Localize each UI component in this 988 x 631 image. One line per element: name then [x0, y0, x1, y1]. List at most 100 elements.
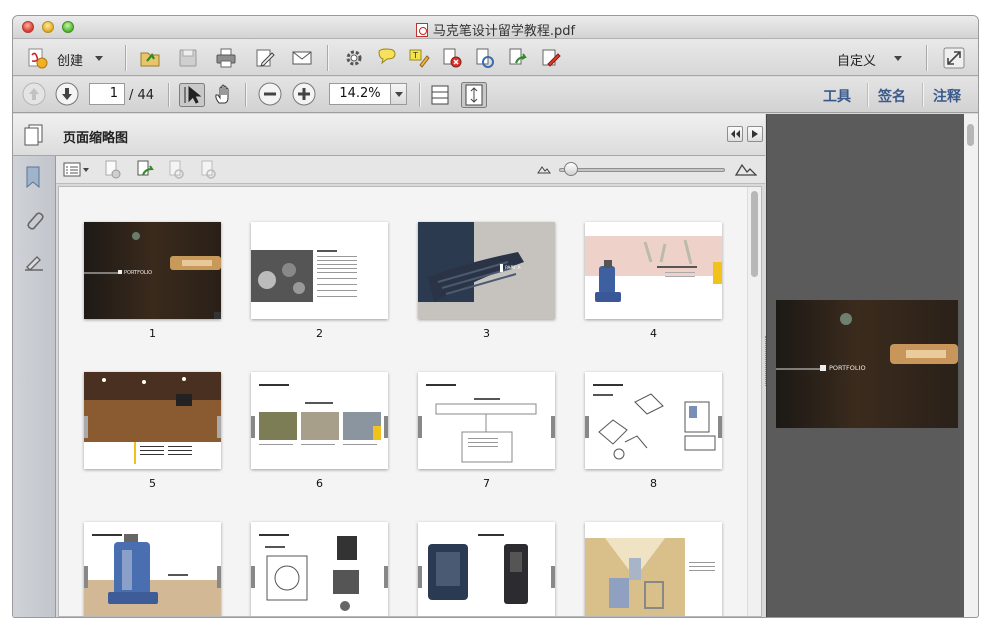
next-page-icon[interactable]: [55, 82, 79, 106]
page-7-preview: [418, 372, 555, 469]
edit-document-icon[interactable]: [254, 47, 276, 69]
export-icon[interactable]: [507, 47, 529, 69]
sign-icon[interactable]: [540, 47, 562, 69]
svg-text:PART A: PART A: [505, 265, 521, 271]
comment-icon[interactable]: [376, 47, 398, 69]
pdf-file-icon: [415, 23, 428, 37]
select-tool-icon[interactable]: [179, 83, 205, 107]
zoom-out-icon[interactable]: [258, 82, 282, 106]
signatures-icon[interactable]: [23, 254, 45, 274]
chevron-down-icon: [395, 92, 403, 97]
page-thumbnail-11[interactable]: [418, 522, 555, 616]
page-4-preview: [585, 222, 722, 319]
page-thumbnail-10[interactable]: [251, 522, 388, 616]
page-thumbnail-1[interactable]: PORTFOLIO: [84, 222, 221, 319]
thumbnail-label: 7: [483, 477, 490, 490]
toolbar-separator: [922, 83, 923, 107]
document-page-preview: PORTFOLIO: [776, 300, 958, 428]
toolbar-separator: [125, 45, 126, 71]
sign-link[interactable]: 签名: [878, 86, 906, 106]
settings-icon[interactable]: [343, 47, 365, 69]
highlight-text-icon[interactable]: T: [408, 47, 430, 69]
create-button[interactable]: 创建: [57, 50, 83, 69]
attachment-icon[interactable]: [24, 210, 44, 232]
page-8-preview: [585, 372, 722, 469]
thumbnail-size-slider-handle[interactable]: [564, 162, 578, 176]
thumbnail-grid: PORTFOLIO 1 2 PART A 3 4 5 6 7 8: [58, 186, 762, 617]
page-12-preview: [585, 522, 722, 616]
email-icon[interactable]: [291, 47, 313, 69]
thumbnail-size-slider-track[interactable]: [559, 168, 725, 172]
page-2-preview: [251, 222, 388, 319]
toolbar-separator: [245, 83, 246, 107]
save-icon[interactable]: [177, 47, 199, 69]
hand-tool-icon[interactable]: [212, 83, 236, 107]
page-thumbnail-8[interactable]: [585, 372, 722, 469]
acrobat-window: 马克笔设计留学教程.pdf 创建 T 自定义 1 / 44 14.2% 工具 签…: [13, 16, 978, 617]
small-thumbnails-icon[interactable]: [537, 164, 551, 174]
zoom-in-icon[interactable]: [292, 82, 316, 106]
page-thumbnail-6[interactable]: [251, 372, 388, 469]
collapse-panel-button[interactable]: [727, 126, 743, 142]
page-6-preview: [251, 372, 388, 469]
delete-page-icon[interactable]: [441, 47, 463, 69]
page-9-preview: [84, 522, 221, 616]
zoom-dropdown-button[interactable]: [390, 83, 407, 105]
tools-link[interactable]: 工具: [823, 86, 851, 106]
page-thumbnail-2[interactable]: [251, 222, 388, 319]
page-thumbnail-4[interactable]: [585, 222, 722, 319]
fit-page-icon[interactable]: [461, 82, 487, 108]
thumbnail-label: 1: [149, 327, 156, 340]
print-icon[interactable]: [215, 47, 237, 69]
zoom-level-input[interactable]: 14.2%: [329, 83, 391, 105]
rotate-page-icon[interactable]: [474, 47, 496, 69]
customize-button[interactable]: 自定义: [837, 50, 876, 69]
create-pdf-icon[interactable]: [26, 47, 48, 69]
toolbar-separator: [419, 83, 420, 107]
document-scrollbar-thumb[interactable]: [967, 124, 974, 146]
window-title-wrap: 马克笔设计留学教程.pdf: [13, 20, 978, 39]
large-thumbnails-icon[interactable]: [735, 162, 757, 176]
page-thumbnail-5[interactable]: [84, 372, 221, 469]
create-dropdown-caret[interactable]: [95, 56, 103, 61]
page-thumbnail-12[interactable]: [585, 522, 722, 616]
page-thumbnail-9[interactable]: [84, 522, 221, 616]
thumbnail-label: 6: [316, 477, 323, 490]
thumbnail-scrollbar-thumb[interactable]: [751, 191, 758, 277]
document-page: PORTFOLIO: [776, 300, 958, 428]
page-11-preview: [418, 522, 555, 616]
page-thumbnail-3[interactable]: PART A: [418, 222, 555, 319]
bookmark-icon[interactable]: [25, 166, 41, 188]
svg-text:T: T: [412, 51, 418, 60]
thumbnails-toolbar: [56, 156, 765, 184]
page-total: / 44: [129, 88, 155, 103]
thumbnail-label: 5: [149, 477, 156, 490]
previous-page-icon[interactable]: [22, 82, 46, 106]
page-number-input[interactable]: 1: [89, 83, 125, 105]
navigation-toolbar: 1 / 44 14.2% 工具 签名 注释: [13, 77, 978, 113]
delete-pages-icon[interactable]: [103, 160, 123, 180]
options-menu-icon[interactable]: [63, 162, 89, 178]
customize-dropdown-caret[interactable]: [894, 56, 902, 61]
fit-width-icon[interactable]: [429, 83, 451, 107]
comment-link[interactable]: 注释: [933, 86, 961, 106]
page-thumbnails-icon[interactable]: [23, 123, 45, 147]
toolbar-separator: [327, 45, 328, 71]
page-1-preview: PORTFOLIO: [84, 222, 221, 319]
window-title: 马克笔设计留学教程.pdf: [432, 24, 576, 39]
thumbnail-scrollbar[interactable]: [747, 187, 761, 616]
page-thumbnail-7[interactable]: [418, 372, 555, 469]
open-folder-icon[interactable]: [139, 47, 161, 69]
expand-panel-button[interactable]: [747, 126, 763, 142]
fullscreen-icon[interactable]: [943, 47, 965, 69]
page-10-preview: [251, 522, 388, 616]
insert-pages-icon[interactable]: [135, 160, 155, 180]
page-3-preview: PART A: [418, 222, 555, 319]
panel-header: 页面缩略图: [13, 114, 765, 156]
svg-text:PORTFOLIO: PORTFOLIO: [124, 270, 152, 276]
double-chevron-left-icon: [731, 130, 740, 138]
rotate-left-icon[interactable]: [167, 160, 187, 180]
document-view: PORTFOLIO: [766, 114, 978, 617]
document-scrollbar[interactable]: [964, 114, 978, 617]
rotate-right-icon[interactable]: [199, 160, 219, 180]
